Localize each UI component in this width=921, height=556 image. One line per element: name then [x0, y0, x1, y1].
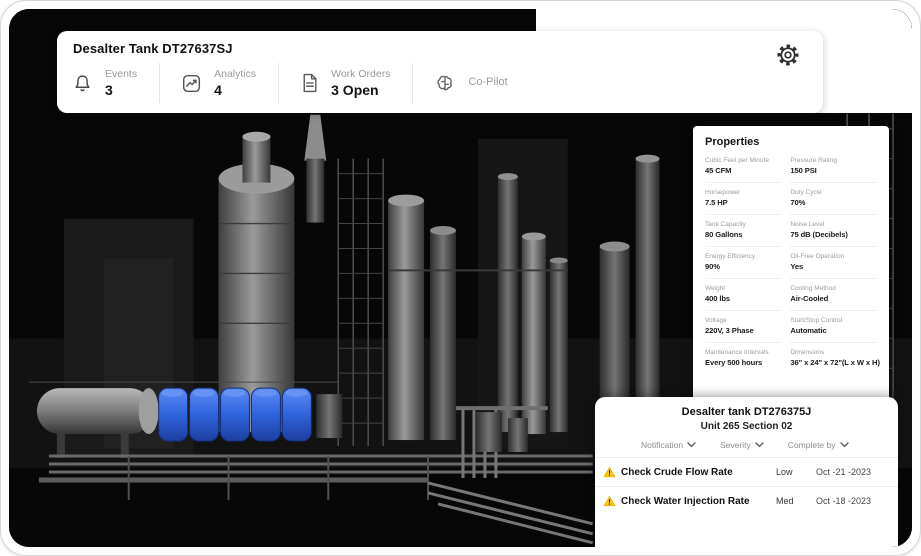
property-label: Weight	[705, 285, 726, 292]
gear-icon[interactable]	[775, 42, 801, 68]
divider	[412, 63, 414, 103]
task-severity: Med	[776, 496, 794, 506]
divider	[159, 63, 161, 103]
chevron-down-icon	[755, 442, 764, 448]
property-value: 70%	[790, 198, 806, 207]
property-value: 150 PSI	[790, 166, 817, 175]
property-item: Weight 400 lbs	[705, 279, 783, 311]
task-panel-subtitle: Unit 265 Section 02	[700, 421, 793, 432]
property-value: 36" x 24" x 72"(L x W x H)	[790, 358, 880, 367]
task-row[interactable]: Check Crude Flow Rate Low Oct -21 -2023	[595, 457, 898, 486]
task-name: Check Water Injection Rate	[621, 495, 750, 507]
property-item: Voltage 220V, 3 Phase	[705, 311, 783, 343]
task-panel-title: Desalter tank DT276375J	[681, 406, 812, 418]
property-item: Maintenance Intervals Every 500 hours	[705, 343, 782, 374]
property-value: Air-Cooled	[790, 294, 829, 303]
property-label: Noise Level	[790, 221, 825, 228]
property-item: Dimensions 36" x 24" x 72"(L x W x H)	[790, 343, 880, 374]
warning-icon	[603, 466, 621, 478]
property-item: Pressure Rating 150 PSI	[790, 151, 877, 183]
toolbar-metrics: Events 3 Analytics 4 Work Orders 3 Open …	[73, 63, 807, 103]
device-frame: Desalter Tank DT27637SJ Events 3 Analyti…	[0, 0, 921, 556]
property-label: Cubic Feet per Minute	[705, 157, 769, 164]
chevron-down-icon	[839, 442, 849, 448]
property-value: 7.5 HP	[705, 198, 728, 207]
property-value: 90%	[705, 262, 720, 271]
analytics-icon	[182, 74, 201, 93]
property-item: Oil-Free Operation Yes	[790, 247, 877, 279]
metric-label: Analytics	[214, 68, 257, 81]
properties-panel: Properties Cubic Feet per Minute 45 CFM …	[693, 126, 889, 404]
property-item: Cooling Method Air-Cooled	[790, 279, 877, 311]
task-name: Check Crude Flow Rate	[621, 466, 733, 478]
metric-label: Work Orders	[331, 68, 391, 81]
metric-copilot[interactable]: Co-Pilot	[435, 74, 508, 93]
filter-label: Severity	[720, 440, 751, 450]
task-complete-by: Oct -18 -2023	[816, 496, 872, 506]
property-value: 45 CFM	[705, 166, 732, 175]
property-label: Start/Stop Control	[790, 317, 843, 324]
property-value: Automatic	[790, 326, 827, 335]
filter-notification[interactable]: Notification	[641, 440, 696, 450]
warning-icon	[603, 495, 621, 507]
filter-label: Complete by	[787, 440, 836, 450]
work-orders-icon	[301, 73, 318, 93]
task-panel: Desalter tank DT276375J Unit 265 Section…	[595, 397, 898, 547]
property-value: Yes	[790, 262, 804, 271]
task-filters: Notification Severity Complete by	[595, 432, 898, 457]
filter-severity[interactable]: Severity	[720, 440, 764, 450]
filter-label: Notification	[641, 440, 684, 450]
bell-icon	[73, 74, 92, 93]
property-item: Duty Cycle 70%	[790, 183, 877, 215]
property-label: Oil-Free Operation	[790, 253, 845, 260]
task-severity: Low	[776, 467, 793, 477]
property-label: Duty Cycle	[790, 189, 822, 196]
property-label: Dimensions	[790, 349, 825, 356]
metric-value: 3 Open	[331, 81, 379, 98]
property-value: 80 Gallons	[705, 230, 743, 239]
property-item: Start/Stop Control Automatic	[790, 311, 877, 343]
property-item: Energy Efficiency 90%	[705, 247, 783, 279]
property-label: Energy Efficiency	[705, 253, 756, 260]
property-value: Every 500 hours	[705, 358, 763, 367]
metric-label: Events	[105, 68, 138, 81]
property-item: Tank Capacity 80 Gallons	[705, 215, 783, 247]
chevron-down-icon	[687, 442, 696, 448]
metric-value: 4	[214, 81, 222, 98]
asset-toolbar: Desalter Tank DT27637SJ Events 3 Analyti…	[57, 31, 823, 113]
property-label: Cooling Method	[790, 285, 836, 292]
highlighted-desalter-tanks[interactable]	[158, 387, 312, 442]
metric-analytics[interactable]: Analytics 4	[182, 68, 257, 98]
task-row[interactable]: Check Water Injection Rate Med Oct -18 -…	[595, 486, 898, 515]
properties-title: Properties	[705, 136, 760, 148]
property-value: 400 lbs	[705, 294, 731, 303]
property-value: 75 dB (Decibels)	[790, 230, 848, 239]
property-label: Voltage	[705, 317, 727, 324]
property-label: Horsepower	[705, 189, 741, 196]
task-complete-by: Oct -21 -2023	[816, 467, 872, 477]
property-item: Horsepower 7.5 HP	[705, 183, 783, 215]
property-value: 220V, 3 Phase	[705, 326, 754, 335]
metric-events[interactable]: Events 3	[73, 68, 138, 98]
metric-value: 3	[105, 81, 113, 98]
screen: Desalter Tank DT27637SJ Events 3 Analyti…	[9, 9, 912, 547]
property-item: Noise Level 75 dB (Decibels)	[790, 215, 877, 247]
metric-work-orders[interactable]: Work Orders 3 Open	[301, 68, 391, 98]
copilot-icon	[435, 74, 455, 93]
metric-label: Co-Pilot	[468, 76, 508, 89]
property-label: Tank Capacity	[705, 221, 746, 228]
property-label: Pressure Rating	[790, 157, 837, 164]
property-item: Cubic Feet per Minute 45 CFM	[705, 151, 783, 183]
properties-grid: Cubic Feet per Minute 45 CFM Pressure Ra…	[705, 151, 880, 374]
filter-complete-by[interactable]: Complete by	[788, 440, 849, 450]
asset-title: Desalter Tank DT27637SJ	[73, 41, 233, 56]
divider	[278, 63, 280, 103]
property-label: Maintenance Intervals	[705, 349, 769, 356]
